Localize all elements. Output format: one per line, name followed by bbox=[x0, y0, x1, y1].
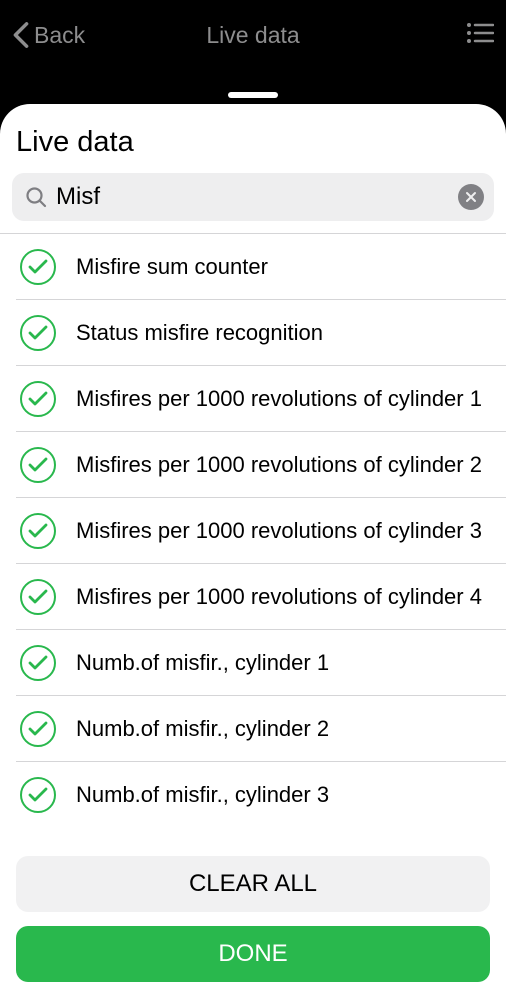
checkmark-circle-icon bbox=[20, 777, 56, 813]
list-item[interactable]: Misfires per 1000 revolutions of cylinde… bbox=[0, 564, 506, 629]
checkmark-circle-icon bbox=[20, 447, 56, 483]
list-menu-button[interactable] bbox=[466, 22, 494, 49]
search-field[interactable] bbox=[12, 173, 494, 221]
list-item[interactable]: Misfires per 1000 revolutions of cylinde… bbox=[0, 366, 506, 431]
list-item-label: Misfire sum counter bbox=[76, 253, 268, 281]
list-item[interactable]: Misfire sum counter bbox=[0, 234, 506, 299]
search-icon bbox=[24, 185, 48, 209]
close-icon bbox=[465, 191, 477, 203]
results-list: Misfire sum counter Status misfire recogn… bbox=[0, 234, 506, 846]
clear-all-button[interactable]: CLEAR ALL bbox=[16, 856, 490, 912]
bottom-sheet: Live data Misfire sum counter Status misf… bbox=[0, 104, 506, 1000]
sheet-header: Live data bbox=[0, 104, 506, 173]
chevron-left-icon bbox=[12, 21, 30, 49]
list-item[interactable]: Misfires per 1000 revolutions of cylinde… bbox=[0, 432, 506, 497]
checkmark-circle-icon bbox=[20, 711, 56, 747]
list-item[interactable]: Numb.of misfir., cylinder 1 bbox=[0, 630, 506, 695]
clear-search-button[interactable] bbox=[458, 184, 484, 210]
nav-bar: Back Live data bbox=[0, 0, 506, 70]
checkmark-circle-icon bbox=[20, 315, 56, 351]
list-icon bbox=[466, 22, 494, 44]
checkmark-circle-icon bbox=[20, 579, 56, 615]
sheet-title: Live data bbox=[16, 126, 490, 159]
checkmark-circle-icon bbox=[20, 249, 56, 285]
back-label: Back bbox=[34, 22, 85, 49]
checkmark-circle-icon bbox=[20, 645, 56, 681]
list-item[interactable]: Numb.of misfir., cylinder 2 bbox=[0, 696, 506, 761]
list-item-label: Misfires per 1000 revolutions of cylinde… bbox=[76, 451, 482, 479]
list-item-label: Misfires per 1000 revolutions of cylinde… bbox=[76, 583, 482, 611]
list-item-label: Status misfire recognition bbox=[76, 319, 323, 347]
search-input[interactable] bbox=[56, 183, 450, 211]
list-item-label: Numb.of misfir., cylinder 1 bbox=[76, 649, 329, 677]
list-item-label: Misfires per 1000 revolutions of cylinde… bbox=[76, 385, 482, 413]
bottom-buttons: CLEAR ALL DONE bbox=[0, 846, 506, 1000]
search-wrapper bbox=[0, 173, 506, 233]
list-item-label: Numb.of misfir., cylinder 2 bbox=[76, 715, 329, 743]
list-item-label: Misfires per 1000 revolutions of cylinde… bbox=[76, 517, 482, 545]
list-item[interactable]: Misfires per 1000 revolutions of cylinde… bbox=[0, 498, 506, 563]
done-button[interactable]: DONE bbox=[16, 926, 490, 982]
checkmark-circle-icon bbox=[20, 381, 56, 417]
checkmark-circle-icon bbox=[20, 513, 56, 549]
list-item[interactable]: Numb.of misfir., cylinder 3 bbox=[0, 762, 506, 827]
sheet-handle[interactable] bbox=[228, 92, 278, 98]
list-item[interactable]: Status misfire recognition bbox=[0, 300, 506, 365]
list-item-label: Numb.of misfir., cylinder 3 bbox=[76, 781, 329, 809]
nav-title: Live data bbox=[206, 22, 299, 49]
back-button[interactable]: Back bbox=[12, 21, 85, 49]
